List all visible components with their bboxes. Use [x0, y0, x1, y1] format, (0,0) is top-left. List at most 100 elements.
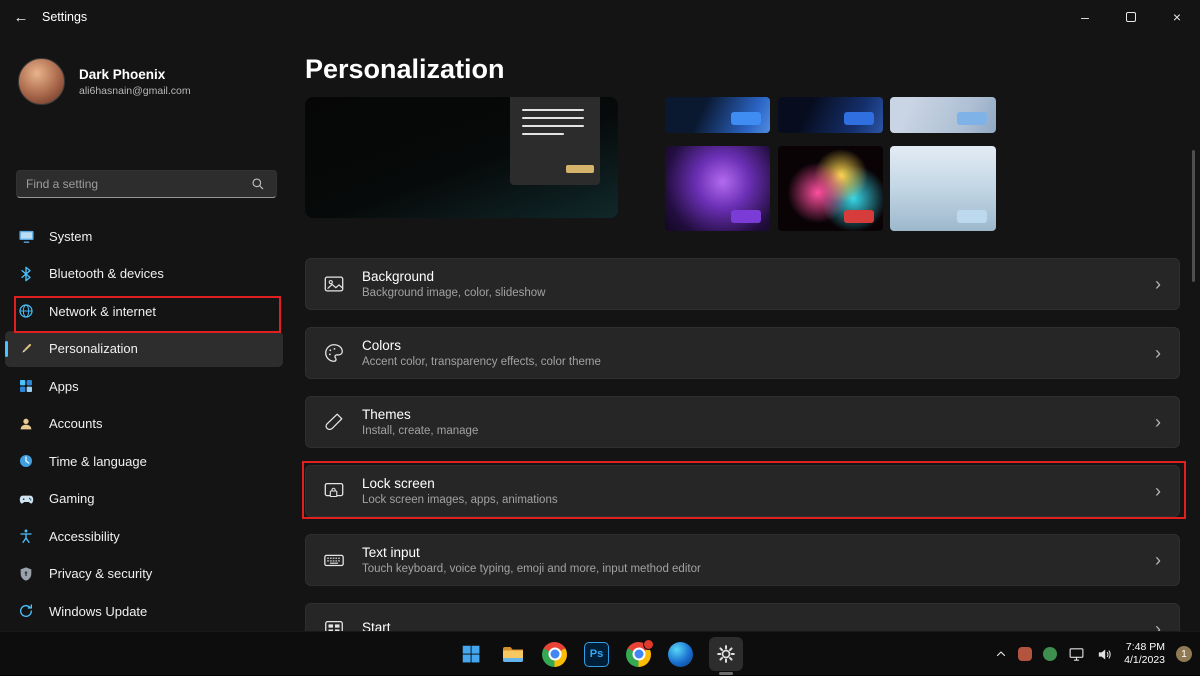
sidebar-item-system[interactable]: System	[5, 218, 283, 254]
lock-screen-icon	[322, 479, 346, 503]
sidebar-item-label: Windows Update	[49, 604, 147, 619]
settings-list: Background Background image, color, slid…	[305, 258, 1180, 631]
sidebar-item-gaming[interactable]: Gaming	[5, 481, 283, 517]
close-icon: ×	[1173, 9, 1181, 25]
user-account[interactable]: Dark Phoenix ali6hasnain@gmail.com	[18, 58, 191, 105]
minimize-icon: –	[1081, 9, 1089, 25]
sidebar-item-bluetooth-devices[interactable]: Bluetooth & devices	[5, 256, 283, 292]
tray-app-icon-2[interactable]	[1043, 647, 1057, 661]
green-app-icon	[1043, 647, 1057, 661]
update-arrows-icon	[17, 602, 35, 620]
setting-row-background[interactable]: Background Background image, color, slid…	[305, 258, 1180, 310]
setting-title: Themes	[362, 407, 1139, 422]
chevron-right-icon: ›	[1155, 344, 1161, 362]
sidebar-item-label: Personalization	[49, 341, 138, 356]
sidebar-item-accessibility[interactable]: Accessibility	[5, 518, 283, 554]
chrome-profile-button[interactable]	[625, 641, 652, 668]
preview-text-line	[522, 109, 584, 111]
search-icon	[249, 175, 267, 193]
windows-logo-icon	[460, 643, 482, 665]
sidebar-item-label: Gaming	[49, 491, 95, 506]
theme-thumbnail-5[interactable]	[778, 146, 883, 231]
theme-thumbnail-6[interactable]	[890, 146, 996, 231]
sidebar-item-label: Privacy & security	[49, 566, 152, 581]
themes-brush-icon	[322, 410, 346, 434]
settings-app-button[interactable]	[709, 637, 743, 671]
user-email: ali6hasnain@gmail.com	[79, 85, 191, 97]
setting-subtitle: Accent color, transparency effects, colo…	[362, 356, 1139, 368]
taskbar: Ps	[0, 631, 1200, 675]
sidebar-item-label: Accounts	[49, 416, 102, 431]
notification-dot	[643, 639, 654, 650]
volume-button[interactable]	[1096, 646, 1113, 663]
window-title: Settings	[42, 10, 87, 24]
keyboard-icon	[322, 548, 346, 572]
sidebar-item-windows-update[interactable]: Windows Update	[5, 593, 283, 629]
shield-icon	[17, 565, 35, 583]
preview-text-line	[522, 117, 584, 119]
setting-title: Colors	[362, 338, 1139, 353]
theme-accent-swatch	[844, 112, 874, 125]
clock-time: 7:48 PM	[1124, 641, 1165, 654]
window-controls: – ×	[1062, 0, 1200, 34]
setting-title: Start	[362, 620, 1139, 631]
theme-accent-swatch	[731, 210, 761, 223]
sidebar-item-privacy-security[interactable]: Privacy & security	[5, 556, 283, 592]
setting-title: Background	[362, 269, 1139, 284]
back-button[interactable]: ←	[0, 0, 42, 34]
theme-thumbnail-1[interactable]	[665, 97, 770, 133]
theme-thumbnail-3[interactable]	[890, 97, 996, 133]
minimize-button[interactable]: –	[1062, 0, 1108, 34]
accessibility-person-icon	[17, 527, 35, 545]
preview-text-line	[522, 125, 584, 127]
edge-icon	[668, 642, 693, 667]
notification-count-badge[interactable]: 1	[1176, 646, 1192, 662]
avatar	[18, 58, 65, 105]
chrome-button[interactable]	[541, 641, 568, 668]
gear-icon	[716, 644, 736, 664]
sidebar-nav: System Bluetooth & devices Network & int…	[5, 218, 283, 631]
photoshop-button[interactable]: Ps	[583, 641, 610, 668]
setting-row-themes[interactable]: Themes Install, create, manage ›	[305, 396, 1180, 448]
edge-button[interactable]	[667, 641, 694, 668]
sidebar-item-time-language[interactable]: Time & language	[5, 443, 283, 479]
preview-accent-button	[566, 165, 594, 173]
file-explorer-button[interactable]	[499, 641, 526, 668]
theme-thumbnail-2[interactable]	[778, 97, 883, 133]
color-palette-icon	[322, 341, 346, 365]
sidebar-item-network-internet[interactable]: Network & internet	[5, 293, 283, 329]
theme-thumbnail-4[interactable]	[665, 146, 770, 231]
setting-row-start[interactable]: Start ›	[305, 603, 1180, 631]
setting-row-colors[interactable]: Colors Accent color, transparency effect…	[305, 327, 1180, 379]
sidebar-item-label: Accessibility	[49, 529, 120, 544]
globe-icon	[17, 302, 35, 320]
chevron-up-icon	[995, 648, 1007, 660]
search-input[interactable]	[26, 177, 249, 191]
titlebar: ← Settings – ×	[0, 0, 1200, 34]
sidebar-item-accounts[interactable]: Accounts	[5, 406, 283, 442]
sidebar-item-label: Time & language	[49, 454, 147, 469]
setting-row-lock-screen[interactable]: Lock screen Lock screen images, apps, an…	[305, 465, 1180, 517]
close-button[interactable]: ×	[1154, 0, 1200, 34]
preview-text-line	[522, 133, 564, 135]
scrollbar-thumb[interactable]	[1192, 150, 1195, 282]
tray-app-icon-1[interactable]	[1018, 647, 1032, 661]
theme-accent-swatch	[957, 112, 987, 125]
chevron-right-icon: ›	[1155, 620, 1161, 631]
main-content: Personalization	[290, 34, 1200, 631]
sidebar-item-personalization[interactable]: Personalization	[5, 331, 283, 367]
start-button[interactable]	[457, 641, 484, 668]
theme-preview	[305, 97, 618, 218]
setting-subtitle: Install, create, manage	[362, 425, 1139, 437]
network-button[interactable]	[1068, 646, 1085, 663]
red-app-icon	[1018, 647, 1032, 661]
tray-expand-button[interactable]	[995, 648, 1007, 660]
setting-row-text-input[interactable]: Text input Touch keyboard, voice typing,…	[305, 534, 1180, 586]
taskbar-clock[interactable]: 7:48 PM 4/1/2023	[1124, 641, 1165, 667]
sidebar-item-apps[interactable]: Apps	[5, 368, 283, 404]
maximize-button[interactable]	[1108, 0, 1154, 34]
theme-accent-swatch	[731, 112, 761, 125]
page-title: Personalization	[305, 54, 505, 85]
search-box[interactable]	[16, 170, 277, 198]
setting-title: Lock screen	[362, 476, 1139, 491]
